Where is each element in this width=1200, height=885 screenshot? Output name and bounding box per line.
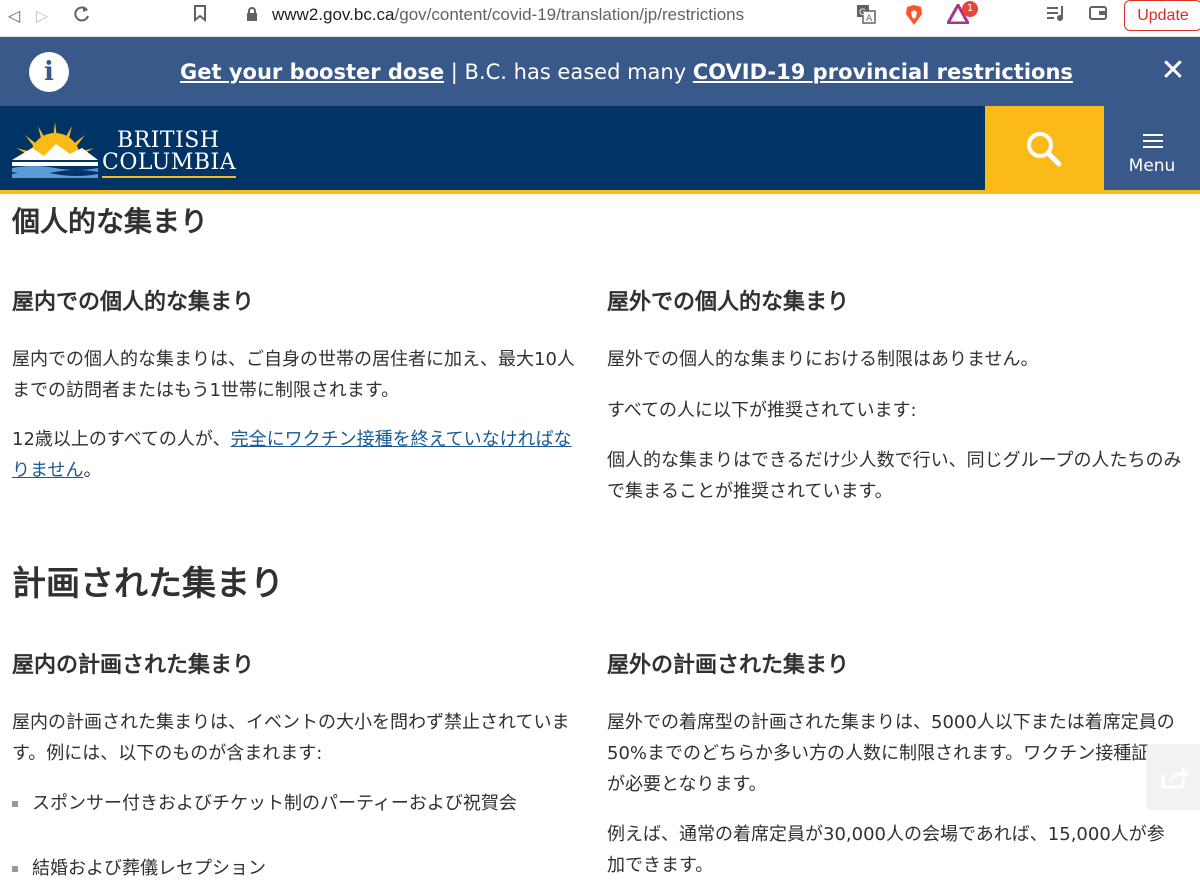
bc-logo[interactable]: BRITISH COLUMBIA xyxy=(0,106,240,190)
logo-wordmark: BRITISH COLUMBIA xyxy=(102,128,237,178)
back-icon[interactable]: ◁ xyxy=(2,4,26,28)
bookmark-icon[interactable] xyxy=(188,4,212,28)
outdoor-personal-p3: 個人的な集まりはできるだけ少人数で行い、同じグループの人たちのみで集まることが推… xyxy=(607,450,1182,502)
indoor-personal-p2: 12歳以上のすべての人が、完全にワクチン接種を終えていなければなりません。 xyxy=(12,424,582,486)
menu-button[interactable]: Menu xyxy=(1104,106,1200,190)
indoor-personal-p1: 屋内での個人的な集まりは、ご自身の世帯の居住者に加え、最大10人までの訪問者また… xyxy=(12,349,575,401)
url-text: www2.gov.bc.ca/gov/content/covid-19/tran… xyxy=(272,4,744,26)
alert-banner: i Get your booster dose | B.C. has eased… xyxy=(0,37,1200,106)
outdoor-planned-p2: 例えば、通常の着席定員が30,000人の会場であれば、15,000人が参加できま… xyxy=(607,824,1165,876)
brave-shield-icon[interactable] xyxy=(902,4,926,28)
search-icon xyxy=(1027,132,1062,167)
reload-icon[interactable] xyxy=(70,4,94,28)
translate-icon[interactable]: GA xyxy=(854,4,878,28)
search-button[interactable] xyxy=(985,106,1104,190)
share-icon xyxy=(1161,767,1189,789)
section-title-planned: 計画された集まり xyxy=(12,564,284,604)
wallet-icon[interactable] xyxy=(1086,4,1110,28)
outdoor-personal-p2: すべての人に以下が推奨されています: xyxy=(607,400,917,421)
outdoor-personal-p1: 屋外での個人的な集まりにおける制限はありません。 xyxy=(607,349,1039,370)
list-item: スポンサー付きおよびチケット制のパーティーおよび祝賀会 xyxy=(12,788,580,819)
outdoor-planned-p1: 屋外での着席型の計画された集まりは、5000人以下または着席定員の50%までのど… xyxy=(607,712,1175,795)
site-header: BRITISH COLUMBIA Menu xyxy=(0,106,1200,194)
indoor-personal-title: 屋内での個人的な集まり xyxy=(12,290,255,315)
list-item: 結婚および葬儀レセプション xyxy=(12,853,580,884)
media-queue-icon[interactable] xyxy=(1044,4,1068,28)
outdoor-planned-title: 屋外の計画された集まり xyxy=(607,653,850,678)
lock-icon xyxy=(240,4,264,28)
share-button[interactable] xyxy=(1146,744,1200,810)
svg-text:G: G xyxy=(859,8,866,18)
outdoor-personal-title: 屋外での個人的な集まり xyxy=(607,290,850,315)
alert-message: Get your booster dose | B.C. has eased m… xyxy=(180,58,1073,86)
section-title-personal: 個人的な集まり xyxy=(12,205,209,238)
bc-sun-logo-icon xyxy=(12,122,98,178)
info-icon: i xyxy=(29,52,69,92)
indoor-planned-p1: 屋内の計画された集まりは、イベントの大小を問わず禁止されています。例には、以下の… xyxy=(12,712,570,764)
alert-text: B.C. has eased many xyxy=(464,60,693,84)
booster-dose-link[interactable]: Get your booster dose xyxy=(180,60,444,84)
provincial-restrictions-link[interactable]: COVID-19 provincial restrictions xyxy=(693,60,1073,84)
logo-line-2: COLUMBIA xyxy=(102,152,237,178)
menu-label: Menu xyxy=(1128,156,1176,176)
url-bar[interactable]: www2.gov.bc.ca/gov/content/covid-19/tran… xyxy=(224,0,844,30)
main-content: 個人的な集まり 屋内での個人的な集まり 屋内での個人的な集まりは、ご自身の世帯の… xyxy=(0,194,1200,885)
browser-toolbar: ◁ ▷ www2.gov.bc.ca/gov/content/covid-19/… xyxy=(0,0,1200,37)
svg-text:A: A xyxy=(866,14,873,24)
url-path: /gov/content/covid-19/translation/jp/res… xyxy=(394,5,745,24)
close-icon[interactable]: ✕ xyxy=(1157,55,1189,87)
extension-badge: 1 xyxy=(962,1,978,17)
update-button[interactable]: Update xyxy=(1124,0,1200,31)
indoor-planned-title: 屋内の計画された集まり xyxy=(12,653,255,678)
indoor-personal-p2-suffix: 。 xyxy=(83,460,102,481)
logo-line-1: BRITISH xyxy=(117,128,220,153)
alert-separator: | xyxy=(444,60,465,84)
forward-icon[interactable]: ▷ xyxy=(30,4,54,28)
indoor-personal-p2-prefix: 12歳以上のすべての人が、 xyxy=(12,429,231,450)
url-host: www2.gov.bc.ca xyxy=(272,5,395,24)
hamburger-icon xyxy=(1143,134,1163,152)
